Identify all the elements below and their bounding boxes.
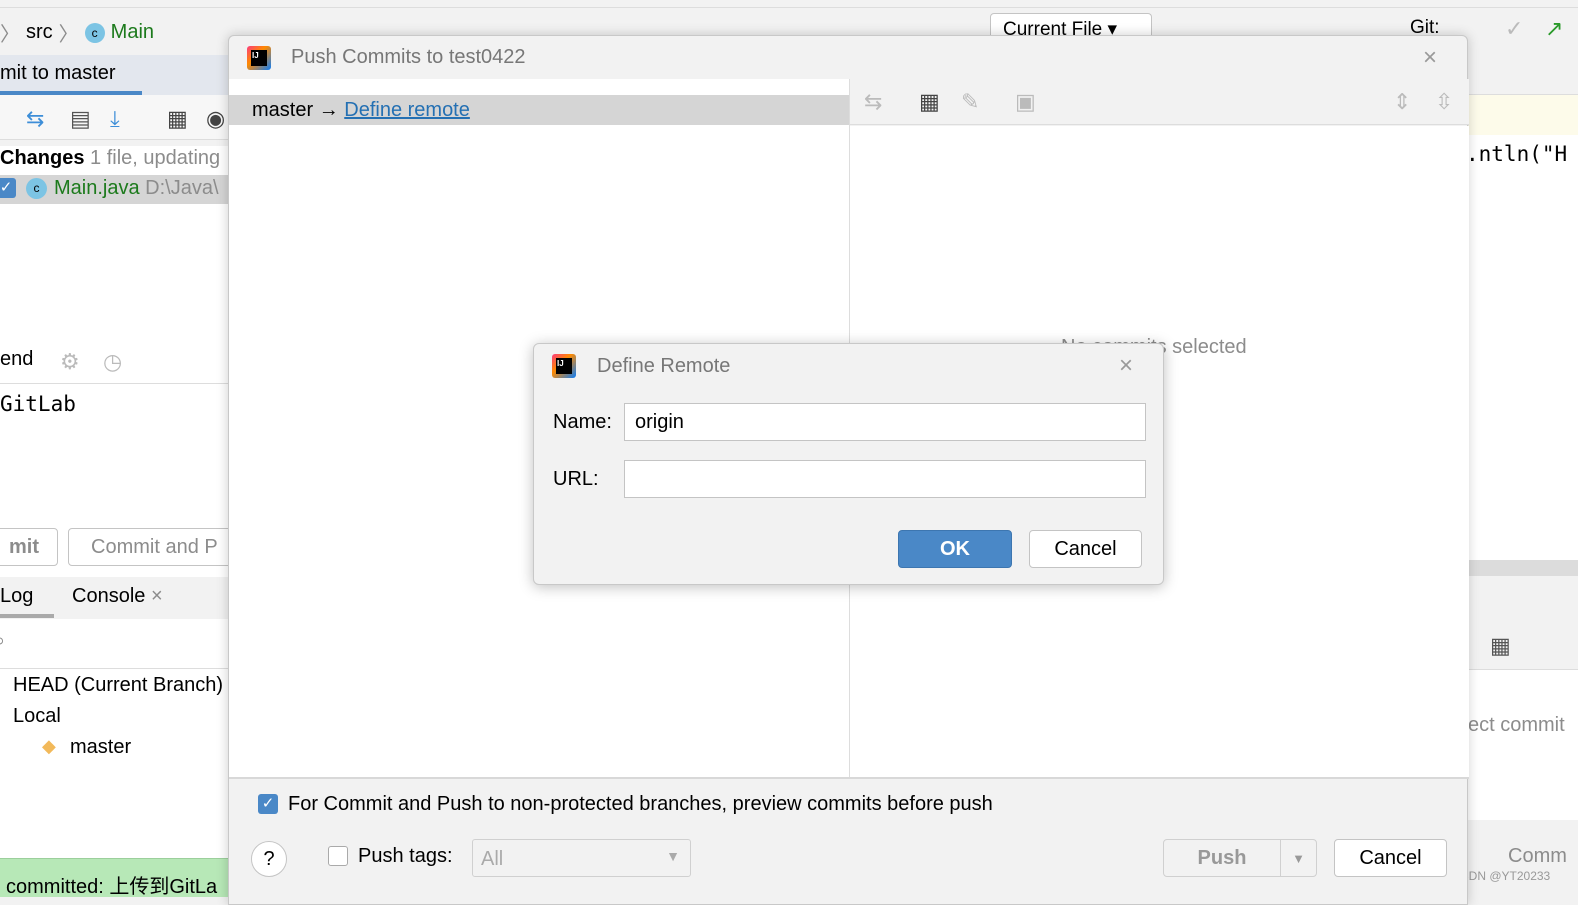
push-options-chevron-icon[interactable]: ▼ [1280, 839, 1317, 877]
push-tags-checkbox[interactable] [328, 846, 348, 866]
breadcrumb-src[interactable]: src [26, 21, 53, 44]
url-label: URL: [553, 468, 599, 490]
close-icon[interactable]: × [1423, 44, 1437, 72]
collapse-all-icon[interactable]: ⇳ [1435, 89, 1453, 115]
intellij-logo-icon: IJ [247, 46, 271, 70]
breadcrumb-main[interactable]: Main [111, 21, 154, 44]
name-input[interactable]: origin [624, 403, 1146, 441]
eye-icon[interactable]: ◉ [206, 106, 225, 132]
rollback-icon[interactable]: ⇆ [26, 106, 44, 132]
tree-item-head[interactable]: HEAD (Current Branch) [13, 674, 223, 697]
close-icon[interactable]: × [151, 585, 163, 607]
file-path: D:\Java\ [145, 177, 219, 199]
push-tags-select[interactable]: All ▼ [472, 839, 691, 877]
preview-checkbox[interactable]: ✓ [258, 794, 278, 814]
close-icon[interactable]: × [1119, 352, 1133, 380]
tab-console[interactable]: Console [72, 585, 145, 607]
divider [229, 777, 1469, 779]
group-by-icon[interactable]: ▦ [919, 89, 940, 115]
changes-label: Changes [0, 147, 85, 169]
divider [0, 383, 228, 384]
push-tags-label[interactable]: Push tags: [358, 845, 453, 868]
dialog-title: Define Remote [597, 355, 731, 377]
commit-button-bg[interactable]: Comm [1508, 845, 1567, 868]
commit-button[interactable]: mit [0, 528, 58, 566]
details-toolbar [850, 79, 1469, 125]
clock-icon[interactable]: ◷ [103, 349, 122, 375]
expand-all-icon[interactable]: ⇕ [1393, 89, 1411, 115]
collapse-icon[interactable]: ⇆ [864, 89, 882, 115]
editor[interactable] [1468, 135, 1578, 560]
class-icon: c [26, 178, 47, 199]
gear-icon[interactable]: ⚙ [60, 349, 80, 375]
details-toolbar [1468, 576, 1578, 670]
push-button[interactable]: Push [1163, 839, 1281, 877]
commit-message-text: GitLab [0, 392, 76, 416]
branch-row-text: master → Define remote [252, 99, 470, 121]
cancel-button[interactable]: Cancel [1334, 839, 1447, 877]
commit-and-push-button[interactable]: Commit and P [68, 528, 238, 566]
file-name: Main.java [54, 177, 140, 199]
tree-item-local[interactable]: Local [13, 705, 61, 728]
push-arrow-icon[interactable]: ↗ [1545, 16, 1563, 42]
editor-tabs [1468, 55, 1578, 95]
tab-underline [0, 614, 54, 618]
tag-icon: ◆ [42, 736, 56, 756]
chevron-down-icon: ▼ [666, 848, 680, 864]
search-icon[interactable]: ⌕ [0, 630, 5, 653]
changes-info: 1 file, updating [90, 147, 221, 169]
tree-item-master[interactable]: master [70, 736, 131, 759]
preview-icon[interactable]: ▣ [1015, 89, 1036, 115]
amend-label[interactable]: end [0, 348, 33, 371]
url-input[interactable] [624, 460, 1146, 498]
details-pane [1468, 670, 1578, 820]
intellij-logo-icon: IJ [552, 354, 576, 378]
help-button[interactable]: ? [251, 841, 287, 877]
status-text: committed: 上传到GitLa [6, 876, 218, 898]
define-remote-dialog: IJ Define Remote × Name: origin URL: OK … [533, 343, 1164, 585]
group-by-icon[interactable]: ▦ [1490, 633, 1511, 659]
chevron-icon: 〉 [0, 24, 20, 46]
editor-code: .ntln("H [1466, 142, 1568, 166]
divider [0, 668, 228, 669]
group-by-icon[interactable]: ▦ [167, 106, 188, 132]
commit-check-icon[interactable]: ✓ [1505, 16, 1523, 42]
breadcrumb: 〉 src 〉 c Main [0, 18, 154, 47]
edit-icon[interactable]: ✎ [961, 89, 979, 115]
chevron-icon: 〉 [58, 24, 79, 46]
diff-icon[interactable]: ▤ [70, 106, 91, 132]
top-divider [0, 7, 1578, 8]
define-remote-link[interactable]: Define remote [344, 99, 470, 121]
update-icon[interactable]: ⤓ [110, 106, 120, 132]
splitter[interactable] [1468, 560, 1578, 576]
dialog-title: Push Commits to test0422 [291, 46, 526, 68]
tab-log[interactable]: Log [0, 585, 33, 608]
cancel-button[interactable]: Cancel [1029, 530, 1142, 568]
preview-checkbox-label[interactable]: For Commit and Push to non-protected bra… [288, 793, 993, 816]
file-checkbox[interactable]: ✓ [0, 178, 16, 198]
name-label: Name: [553, 411, 612, 433]
class-icon: c [84, 22, 105, 43]
select-commit-text: ect commit [1468, 714, 1565, 736]
editor-highlight-line [1468, 95, 1578, 135]
commit-tab[interactable]: mit to master [0, 62, 116, 85]
ok-button[interactable]: OK [898, 530, 1012, 568]
